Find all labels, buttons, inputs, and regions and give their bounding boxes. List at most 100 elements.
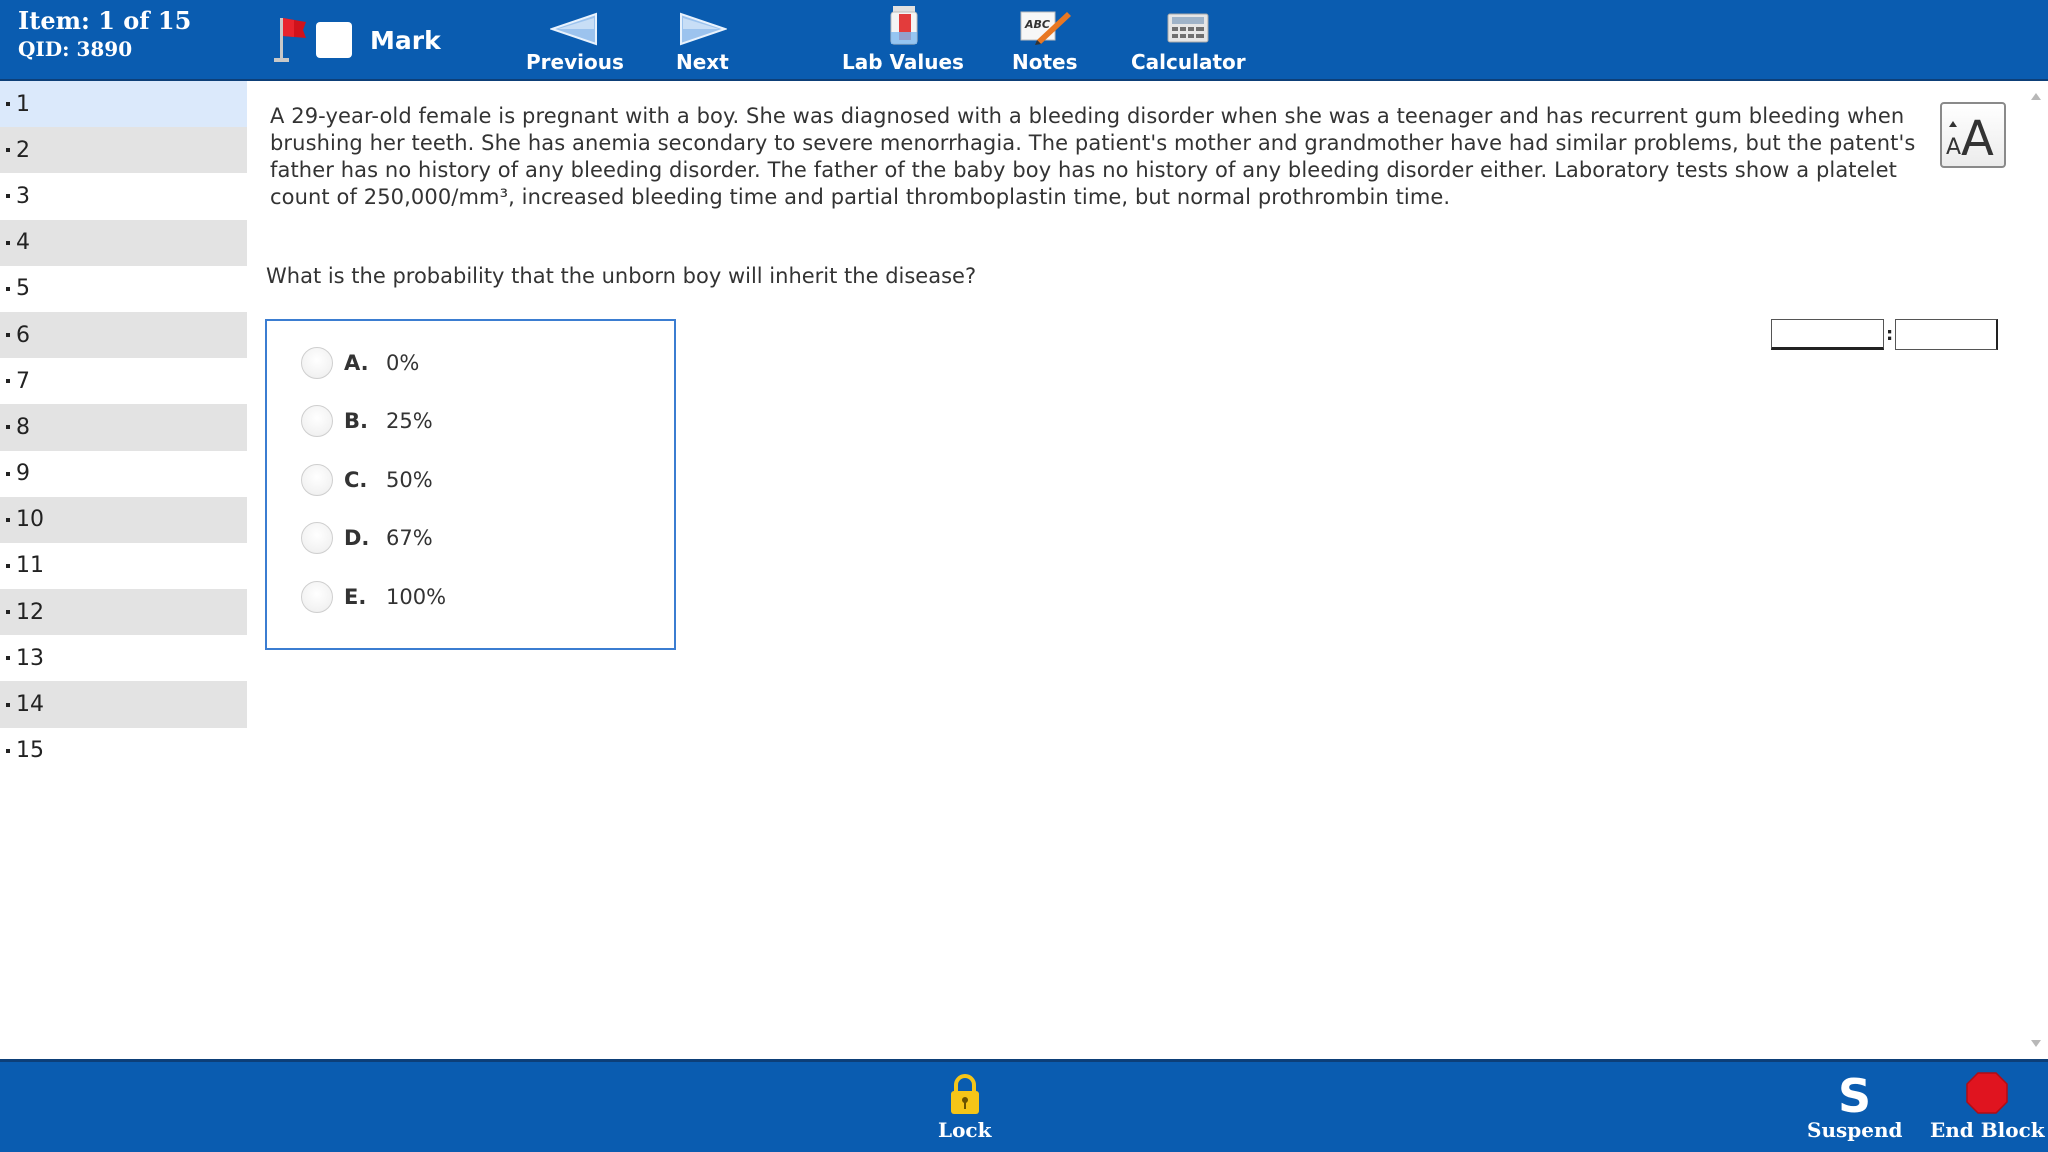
lab-values-label: Lab Values — [842, 50, 964, 74]
sidebar-item-label: 9 — [16, 461, 30, 487]
bullet-icon — [6, 748, 10, 753]
sidebar-item-label: 1 — [16, 91, 30, 117]
suspend-button[interactable]: S Suspend — [1807, 1068, 1902, 1142]
timer-field-left[interactable] — [1771, 319, 1884, 350]
sidebar-item-5[interactable]: 5 — [0, 266, 247, 312]
sidebar-item-label: 3 — [16, 183, 30, 209]
calculator-label: Calculator — [1131, 50, 1246, 74]
item-counter: Item: 1 of 15 — [18, 6, 192, 35]
sidebar-item-11[interactable]: 11 — [0, 543, 247, 589]
bullet-icon — [6, 286, 10, 291]
scroll-up-icon[interactable] — [2031, 93, 2041, 100]
sidebar-item-6[interactable]: 6 — [0, 311, 247, 359]
bullet-icon — [6, 471, 10, 476]
radio-button[interactable] — [301, 405, 333, 437]
question-prompt: What is the probability that the unborn … — [266, 264, 977, 288]
radio-button[interactable] — [301, 581, 333, 613]
radio-button[interactable] — [301, 347, 333, 379]
mark-control[interactable]: Mark — [270, 12, 441, 68]
svg-text:ABC: ABC — [1024, 18, 1050, 31]
sidebar-item-15[interactable]: 15 — [0, 728, 247, 774]
stop-sign-icon — [1966, 1072, 2009, 1114]
flag-icon — [274, 18, 306, 62]
bullet-icon — [6, 102, 10, 107]
timer-field-right[interactable] — [1895, 319, 1999, 350]
lock-icon — [950, 1074, 979, 1114]
notes-button[interactable]: ABC Notes — [1012, 6, 1078, 74]
svg-text:A: A — [1946, 135, 1961, 160]
font-size-button[interactable]: A A — [1940, 102, 2006, 168]
sidebar-item-13[interactable]: 13 — [0, 635, 247, 681]
sidebar-item-label: 4 — [16, 230, 30, 256]
answer-letter: D. — [344, 526, 370, 550]
sidebar-item-label: 2 — [16, 137, 30, 163]
item-info: Item: 1 of 15 QID: 3890 — [18, 6, 191, 62]
sidebar-item-7[interactable]: 7 — [0, 358, 247, 404]
sidebar-item-label: 12 — [16, 599, 44, 625]
bullet-icon — [6, 148, 10, 153]
sidebar-item-14[interactable]: 14 — [0, 681, 247, 728]
sidebar-item-3[interactable]: 3 — [0, 173, 247, 219]
answer-choices: A. 0% B. 25% C. 50% D. 67% E. 100% — [265, 319, 676, 650]
calculator-button[interactable]: Calculator — [1131, 6, 1246, 74]
question-navigator: 1 2 3 4 5 6 7 8 9 10 11 12 13 14 15 — [0, 81, 247, 1061]
sidebar-item-label: 14 — [16, 692, 44, 718]
sidebar-item-4[interactable]: 4 — [0, 219, 247, 266]
sidebar-item-1[interactable]: 1 — [0, 81, 247, 128]
answer-option-a[interactable]: A. 0% — [301, 347, 419, 379]
sidebar-item-9[interactable]: 9 — [0, 451, 247, 497]
sidebar-item-label: 5 — [16, 276, 30, 302]
timer-fields: : — [1771, 319, 1999, 350]
question-stem: A 29-year-old female is pregnant with a … — [270, 104, 1916, 209]
svg-text:S: S — [1838, 1070, 1871, 1116]
sidebar-item-label: 11 — [16, 553, 44, 579]
sidebar-item-label: 8 — [16, 414, 30, 440]
answer-option-b[interactable]: B. 25% — [301, 405, 433, 437]
vertical-scrollbar[interactable] — [2025, 81, 2048, 1061]
sidebar-item-12[interactable]: 12 — [0, 589, 247, 636]
top-toolbar: Item: 1 of 15 QID: 3890 Mark Previous Ne… — [0, 0, 2048, 81]
end-block-button[interactable]: End Block — [1930, 1068, 2045, 1142]
bullet-icon — [6, 563, 10, 568]
sidebar-item-label: 7 — [16, 368, 30, 394]
sidebar-item-label: 6 — [16, 322, 30, 348]
answer-option-c[interactable]: C. 50% — [301, 464, 433, 496]
bullet-icon — [6, 194, 10, 199]
answer-text: 50% — [386, 468, 433, 492]
notes-icon: ABC — [1020, 11, 1071, 45]
bullet-icon — [6, 656, 10, 661]
mark-checkbox[interactable] — [316, 22, 352, 58]
lock-button[interactable]: Lock — [938, 1068, 991, 1142]
answer-text: 67% — [386, 526, 433, 550]
sidebar-item-8[interactable]: 8 — [0, 404, 247, 451]
previous-label: Previous — [526, 50, 624, 74]
answer-option-d[interactable]: D. 67% — [301, 522, 433, 554]
radio-button[interactable] — [301, 522, 333, 554]
answer-option-e[interactable]: E. 100% — [301, 581, 446, 613]
lab-values-button[interactable]: Lab Values — [842, 6, 964, 74]
bottom-toolbar: Lock S Suspend End Block — [0, 1059, 2048, 1152]
svg-text:A: A — [1961, 111, 1994, 163]
next-button[interactable]: Next — [676, 6, 729, 74]
sidebar-item-2[interactable]: 2 — [0, 127, 247, 174]
sidebar-item-label: 15 — [16, 738, 44, 764]
lock-label: Lock — [938, 1118, 992, 1142]
bullet-icon — [6, 425, 10, 430]
bullet-icon — [6, 517, 10, 522]
bullet-icon — [6, 333, 10, 338]
bullet-icon — [6, 240, 10, 245]
bullet-icon — [6, 702, 10, 707]
sidebar-item-10[interactable]: 10 — [0, 496, 247, 543]
bullet-icon — [6, 610, 10, 615]
question-panel: A 29-year-old female is pregnant with a … — [247, 81, 2025, 1061]
font-size-icon: A A — [1946, 111, 1994, 163]
radio-button[interactable] — [301, 464, 333, 496]
notes-label: Notes — [1012, 50, 1078, 74]
mark-label: Mark — [370, 25, 441, 55]
calculator-icon — [1167, 13, 1209, 43]
flask-icon — [890, 6, 918, 45]
suspend-icon: S — [1838, 1070, 1871, 1116]
scroll-down-icon[interactable] — [2031, 1040, 2041, 1047]
previous-button[interactable]: Previous — [526, 6, 624, 74]
arrow-left-icon — [549, 12, 597, 46]
